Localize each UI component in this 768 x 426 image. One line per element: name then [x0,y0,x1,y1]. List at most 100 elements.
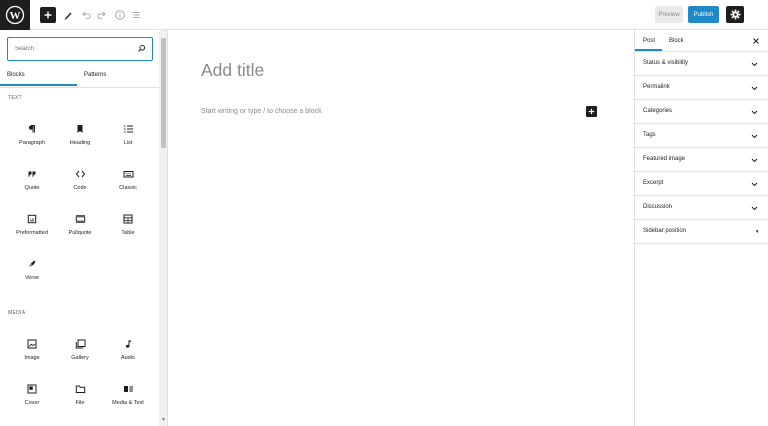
quote-icon [25,167,39,181]
preview-button[interactable]: Preview [655,6,683,23]
tab-block[interactable]: Block [669,37,684,51]
panel-discussion[interactable]: Discussion [635,196,768,220]
block-gallery[interactable]: Gallery [56,337,104,373]
panel-label: Excerpt [643,180,664,186]
undo-icon [82,11,91,19]
scroll-down-arrow-icon[interactable]: ▼ [161,417,166,423]
block-search-box [7,37,153,61]
pen-tool-icon [64,12,72,20]
block-label: Heading [69,140,91,146]
block-label: Image [24,355,40,361]
panel-label: Status & visibility [643,60,689,66]
block-media-text[interactable]: Media & Text [104,382,152,418]
redo-button[interactable] [94,7,110,23]
block-quote[interactable]: Quote [8,167,56,203]
panel-tags[interactable]: Tags [635,124,768,148]
caret-down-icon: ▼ [755,229,760,234]
block-code[interactable]: Code [56,167,104,203]
block-verse[interactable]: Verse [8,257,56,293]
close-icon [753,38,759,44]
block-label: File [75,400,85,406]
block-label: Quote [24,185,40,191]
section-label-media: MEDIA [8,310,26,316]
inline-block-inserter-button[interactable] [586,106,597,117]
post-title-input[interactable]: Add title [201,60,264,81]
chevron-down-icon [750,84,758,92]
details-button[interactable] [112,7,128,23]
list-icon [121,122,135,136]
tools-button[interactable] [60,7,76,23]
block-label: Media & Text [112,400,144,406]
default-block-appender[interactable]: Start writing or type / to choose a bloc… [201,108,322,115]
gallery-icon [73,337,87,351]
panel-sidebar-position[interactable]: Sidebar position ▼ [635,220,768,244]
panel-categories[interactable]: Categories [635,100,768,124]
editor-canvas: Add title Start writing or type / to cho… [168,30,634,426]
block-label: Table [121,230,135,236]
list-view-icon [132,12,140,18]
panel-featured-image[interactable]: Featured image [635,148,768,172]
settings-button[interactable] [726,6,744,23]
undo-button[interactable] [78,7,94,23]
block-preformatted[interactable]: Preformatted [8,212,56,248]
section-label-text: TEXT [8,95,22,101]
block-file[interactable]: File [56,382,104,418]
panel-label: Sidebar position [643,228,687,234]
image-icon [25,337,39,351]
block-label: Audio [120,355,136,361]
bookmark-icon [73,122,87,136]
keyboard-icon [121,167,135,181]
inserter-scroll-thumb[interactable] [161,38,166,148]
folder-icon [73,382,87,396]
pullquote-icon [73,212,87,226]
block-paragraph[interactable]: Paragraph [8,122,56,158]
block-search-input[interactable] [15,43,130,55]
code-icon [73,167,87,181]
music-note-icon [121,337,135,351]
gear-icon [730,9,740,20]
block-inserter-button[interactable] [40,7,56,23]
tab-blocks[interactable]: Blocks [0,70,77,86]
publish-button[interactable]: Publish [688,6,719,23]
close-sidebar-button[interactable] [751,36,761,46]
panel-label: Discussion [643,204,673,210]
chevron-down-icon [750,156,758,164]
tabs-divider [0,87,160,88]
chevron-down-icon [750,60,758,68]
block-label: Code [73,185,87,191]
search-icon [138,44,146,52]
editor-header: W Preview Publish [0,0,768,30]
block-list[interactable]: List [104,122,152,158]
block-label: Pullquote [68,230,92,236]
block-label: List [123,140,133,146]
block-pullquote[interactable]: Pullquote [56,212,104,248]
block-audio[interactable]: Audio [104,337,152,373]
table-icon [121,212,135,226]
chevron-down-icon [750,108,758,116]
block-image[interactable]: Image [8,337,56,373]
feather-icon [25,257,39,271]
tab-post[interactable]: Post [635,37,662,51]
info-icon [115,10,125,20]
tab-patterns[interactable]: Patterns [84,70,106,86]
block-table[interactable]: Table [104,212,152,248]
block-label: Verse [24,275,40,281]
block-inserter-panel: Blocks Patterns TEXT Paragraph Heading L… [0,30,168,426]
settings-sidebar: Post Block Status & visibility Permalink… [634,30,768,426]
panel-label: Featured image [643,156,686,162]
panel-permalink[interactable]: Permalink [635,76,768,100]
block-classic[interactable]: Classic [104,167,152,203]
wordpress-logo-icon[interactable]: W [0,0,30,30]
block-heading[interactable]: Heading [56,122,104,158]
block-label: Paragraph [19,140,45,146]
media-text-icon [121,382,135,396]
panel-status-visibility[interactable]: Status & visibility [635,52,768,76]
paragraph-icon [25,122,39,136]
list-view-button[interactable] [128,7,144,23]
panel-excerpt[interactable]: Excerpt [635,172,768,196]
preformatted-icon [25,212,39,226]
plus-icon [588,108,595,115]
svg-text:W: W [10,10,21,22]
block-cover[interactable]: Cover [8,382,56,418]
chevron-down-icon [750,204,758,212]
